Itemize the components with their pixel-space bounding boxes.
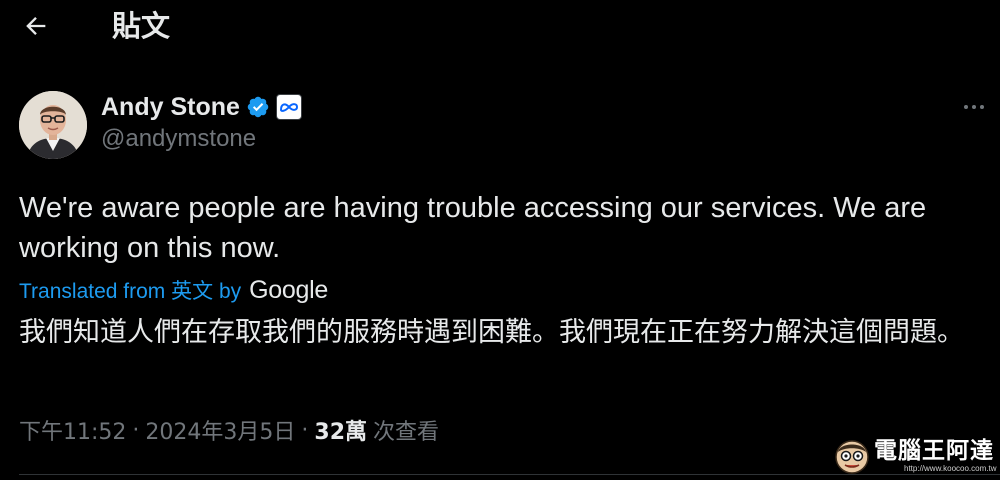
tweet-date[interactable]: 2024年3月5日 (145, 414, 295, 446)
more-dot-icon (980, 105, 984, 109)
tweet-metadata: 下午11:52 · 2024年3月5日 · 32萬 次查看 (19, 414, 439, 446)
verified-badge-icon[interactable] (246, 94, 272, 120)
meta-logo-icon[interactable] (275, 94, 302, 120)
views-label: 次查看 (373, 420, 440, 445)
views-count: 32萬 (314, 420, 368, 445)
page-title: 貼文 (112, 9, 171, 43)
avatar[interactable] (19, 91, 87, 159)
avatar-photo (19, 91, 87, 159)
translation-by: by (218, 280, 242, 303)
top-header: 貼文 (0, 0, 1000, 56)
author-handle[interactable]: @andymstone (101, 125, 256, 153)
meta-separator: · (301, 417, 309, 443)
translation-attribution: Translated from 英文 by Google (19, 275, 328, 305)
google-logo: Google (249, 275, 328, 304)
more-dot-icon (972, 105, 976, 109)
translation-source-language: 英文 (171, 280, 214, 303)
translation-toggle-link[interactable]: Translated from 英文 by (19, 275, 241, 305)
meta-separator: · (132, 417, 140, 443)
site-watermark: 電腦王阿達 http://www.koocoo.com.tw (832, 432, 1000, 480)
watermark-title: 電腦王阿達 (874, 438, 994, 464)
author-name-row: Andy Stone (101, 90, 302, 124)
author-display-name[interactable]: Andy Stone (101, 93, 240, 122)
back-button[interactable] (18, 8, 54, 44)
arrow-left-icon (26, 17, 46, 35)
more-options-button[interactable] (956, 95, 992, 119)
watermark-url: http://www.koocoo.com.tw (904, 464, 997, 473)
tweet-text: We're aware people are having trouble ac… (19, 192, 927, 264)
translated-text: 我們知道人們在存取我們的服務時遇到困難。我們現在正在努力解決這個問題。 (19, 317, 964, 348)
tweet-time[interactable]: 下午11:52 (19, 414, 126, 446)
translation-prefix: Translated from (19, 280, 166, 303)
more-dot-icon (964, 105, 968, 109)
mascot-logo-icon (835, 440, 869, 474)
